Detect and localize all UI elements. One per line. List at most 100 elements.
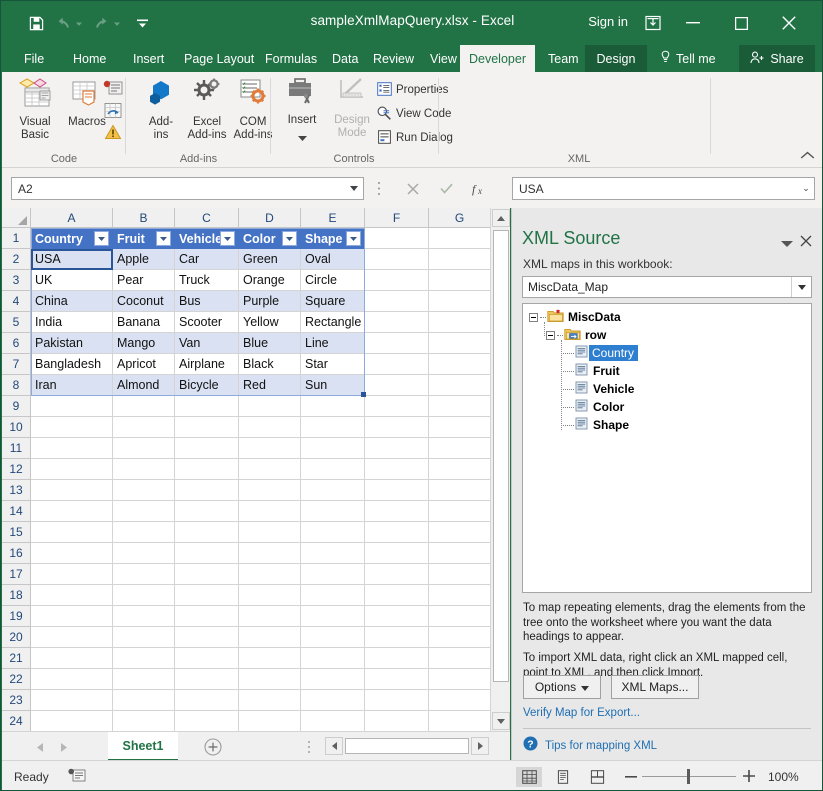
- zoom-slider-thumb[interactable]: [687, 769, 690, 784]
- grid-cell[interactable]: [301, 669, 365, 690]
- grid-cell[interactable]: [301, 648, 365, 669]
- select-all-corner-icon[interactable]: [2, 208, 31, 228]
- add-sheet-icon[interactable]: [204, 738, 222, 756]
- grid-cell[interactable]: [301, 438, 365, 459]
- grid-cell[interactable]: [175, 522, 239, 543]
- table-data-cell[interactable]: Rectangle: [301, 312, 365, 333]
- row-header-17[interactable]: 17: [2, 564, 31, 585]
- xml-map-select[interactable]: MiscData_Map: [522, 276, 812, 298]
- grid-cell[interactable]: [365, 270, 429, 291]
- grid-cell[interactable]: [31, 690, 113, 711]
- tips-for-mapping-xml[interactable]: ? Tips for mapping XML: [523, 736, 657, 756]
- grid-cell[interactable]: [365, 606, 429, 627]
- row-header-4[interactable]: 4: [2, 291, 31, 312]
- grid-cell[interactable]: [31, 711, 113, 731]
- grid-cell[interactable]: [239, 648, 301, 669]
- grid-cell[interactable]: [113, 711, 175, 731]
- maximize-icon[interactable]: [720, 9, 762, 37]
- table-header-cell[interactable]: Fruit: [113, 228, 175, 249]
- grid-cell[interactable]: [365, 417, 429, 438]
- grid-cell[interactable]: [429, 291, 491, 312]
- table-header-cell[interactable]: Vehicle: [175, 228, 239, 249]
- grid-cell[interactable]: [239, 417, 301, 438]
- grid-cell[interactable]: [429, 396, 491, 417]
- column-header-f[interactable]: F: [365, 208, 429, 228]
- grid-cell[interactable]: [113, 627, 175, 648]
- grid-cell[interactable]: [429, 459, 491, 480]
- tab-insert[interactable]: Insert: [124, 45, 173, 72]
- tab-data[interactable]: Data: [323, 45, 367, 72]
- grid-cell[interactable]: [113, 606, 175, 627]
- grid-cell[interactable]: [429, 270, 491, 291]
- grid-cell[interactable]: [175, 627, 239, 648]
- tree-node-vehicle[interactable]: Vehicle: [563, 380, 634, 398]
- table-header-cell[interactable]: Color: [239, 228, 301, 249]
- grid-cell[interactable]: [113, 438, 175, 459]
- grid-cell[interactable]: [365, 627, 429, 648]
- grid-cell[interactable]: [429, 249, 491, 270]
- ribbon-display-options-icon[interactable]: [642, 14, 664, 32]
- grid-cell[interactable]: [31, 501, 113, 522]
- row-header-9[interactable]: 9: [2, 396, 31, 417]
- grid-cell[interactable]: [301, 627, 365, 648]
- grid-cell[interactable]: [429, 564, 491, 585]
- grid-cell[interactable]: [239, 690, 301, 711]
- table-data-cell[interactable]: Coconut: [113, 291, 175, 312]
- table-data-cell[interactable]: Bangladesh: [31, 354, 113, 375]
- table-data-cell[interactable]: Green: [239, 249, 301, 270]
- grid-cell[interactable]: [175, 690, 239, 711]
- sign-in-button[interactable]: Sign in: [588, 14, 628, 29]
- grid-cell[interactable]: [429, 312, 491, 333]
- column-header-c[interactable]: C: [175, 208, 239, 228]
- grid-cell[interactable]: [31, 564, 113, 585]
- filter-dropdown-icon[interactable]: [346, 231, 361, 246]
- tell-me-search[interactable]: Tell me: [651, 45, 725, 72]
- grid-cell[interactable]: [31, 480, 113, 501]
- grid-cell[interactable]: [365, 249, 429, 270]
- grid-cell[interactable]: [429, 354, 491, 375]
- grid-cell[interactable]: [175, 417, 239, 438]
- task-pane-menu-icon[interactable]: [781, 235, 795, 249]
- insert-control-button[interactable]: Insert: [275, 77, 329, 146]
- chevron-down-icon[interactable]: [298, 128, 307, 146]
- grid-cell[interactable]: [113, 501, 175, 522]
- table-data-cell[interactable]: Square: [301, 291, 365, 312]
- grid-cell[interactable]: [31, 648, 113, 669]
- row-header-24[interactable]: 24: [2, 711, 31, 731]
- grid-cell[interactable]: [31, 438, 113, 459]
- grid-cell[interactable]: [365, 375, 429, 396]
- table-data-cell[interactable]: Black: [239, 354, 301, 375]
- grid-cell[interactable]: [239, 627, 301, 648]
- table-data-cell[interactable]: Iran: [31, 375, 113, 396]
- scroll-down-icon[interactable]: [492, 712, 510, 730]
- table-data-cell[interactable]: India: [31, 312, 113, 333]
- grid-cell[interactable]: [113, 543, 175, 564]
- table-data-cell[interactable]: Bicycle: [175, 375, 239, 396]
- row-header-15[interactable]: 15: [2, 522, 31, 543]
- grid-cell[interactable]: [429, 690, 491, 711]
- tree-node-fruit[interactable]: Fruit: [563, 362, 620, 380]
- close-icon[interactable]: [798, 233, 814, 249]
- grid-cell[interactable]: [239, 459, 301, 480]
- grid-cell[interactable]: [429, 438, 491, 459]
- grid-cell[interactable]: [301, 690, 365, 711]
- collapse-expander-icon[interactable]: [546, 331, 555, 340]
- record-macro-icon[interactable]: [102, 78, 124, 98]
- grid-cell[interactable]: [113, 585, 175, 606]
- horizontal-scroll-thumb[interactable]: [345, 738, 469, 754]
- grid-cell[interactable]: [239, 564, 301, 585]
- table-header-cell[interactable]: Shape: [301, 228, 365, 249]
- grid-cell[interactable]: [301, 564, 365, 585]
- tab-file[interactable]: File: [15, 45, 53, 72]
- grid-cell[interactable]: [175, 459, 239, 480]
- grid-cell[interactable]: [31, 396, 113, 417]
- grid-cell[interactable]: [239, 543, 301, 564]
- column-header-d[interactable]: D: [239, 208, 301, 228]
- table-data-cell[interactable]: Truck: [175, 270, 239, 291]
- table-data-cell[interactable]: Banana: [113, 312, 175, 333]
- grid-cell[interactable]: [365, 522, 429, 543]
- row-header-7[interactable]: 7: [2, 354, 31, 375]
- table-data-cell[interactable]: Line: [301, 333, 365, 354]
- table-data-cell[interactable]: Purple: [239, 291, 301, 312]
- expand-formula-bar-icon[interactable]: ⌄: [798, 183, 814, 194]
